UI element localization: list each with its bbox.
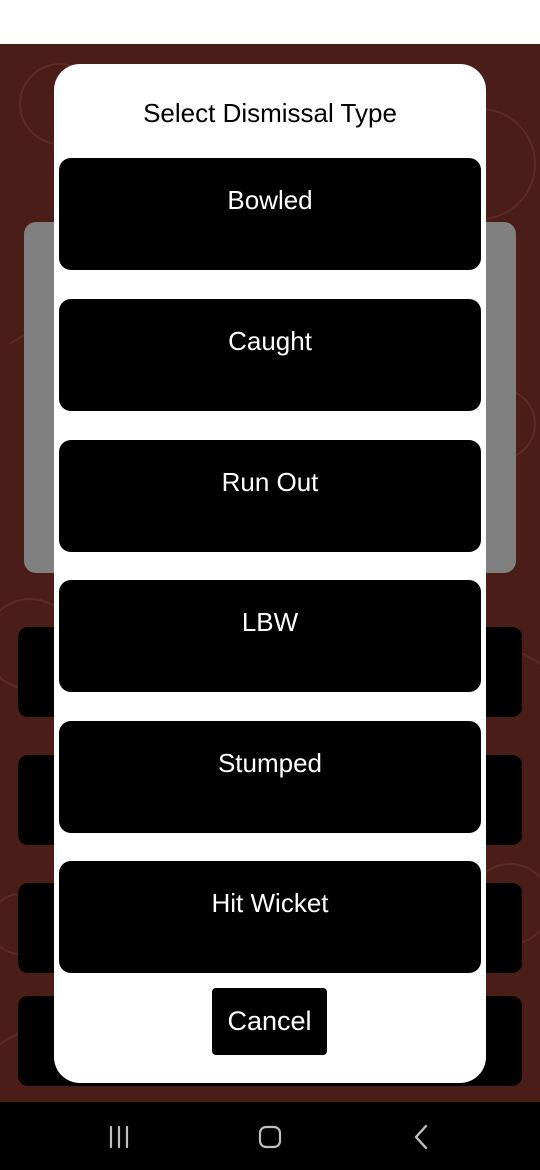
caught-button[interactable]: Caught <box>59 299 481 411</box>
cancel-button[interactable]: Cancel <box>212 988 327 1055</box>
stumped-button[interactable]: Stumped <box>59 721 481 833</box>
lbw-button[interactable]: LBW <box>59 580 481 692</box>
option-label: Run Out <box>221 467 319 497</box>
run-out-button[interactable]: Run Out <box>59 440 481 552</box>
system-navigation-bar <box>0 1102 540 1170</box>
option-label: Stumped <box>217 748 323 778</box>
option-label: Hit Wicket <box>211 888 329 918</box>
bowled-button[interactable]: Bowled <box>59 158 481 270</box>
recent-apps-icon[interactable] <box>105 1122 135 1152</box>
hit-wicket-button[interactable]: Hit Wicket <box>59 861 481 973</box>
back-icon[interactable] <box>407 1122 437 1152</box>
option-label: LBW <box>241 607 299 637</box>
status-bar <box>0 0 540 44</box>
option-label: Caught <box>228 326 312 356</box>
option-label: Bowled <box>227 185 313 215</box>
dismissal-type-dialog: Select Dismissal Type Bowled Caught Run … <box>54 64 486 1083</box>
home-icon[interactable] <box>255 1122 285 1152</box>
dialog-title: Select Dismissal Type <box>143 98 397 128</box>
